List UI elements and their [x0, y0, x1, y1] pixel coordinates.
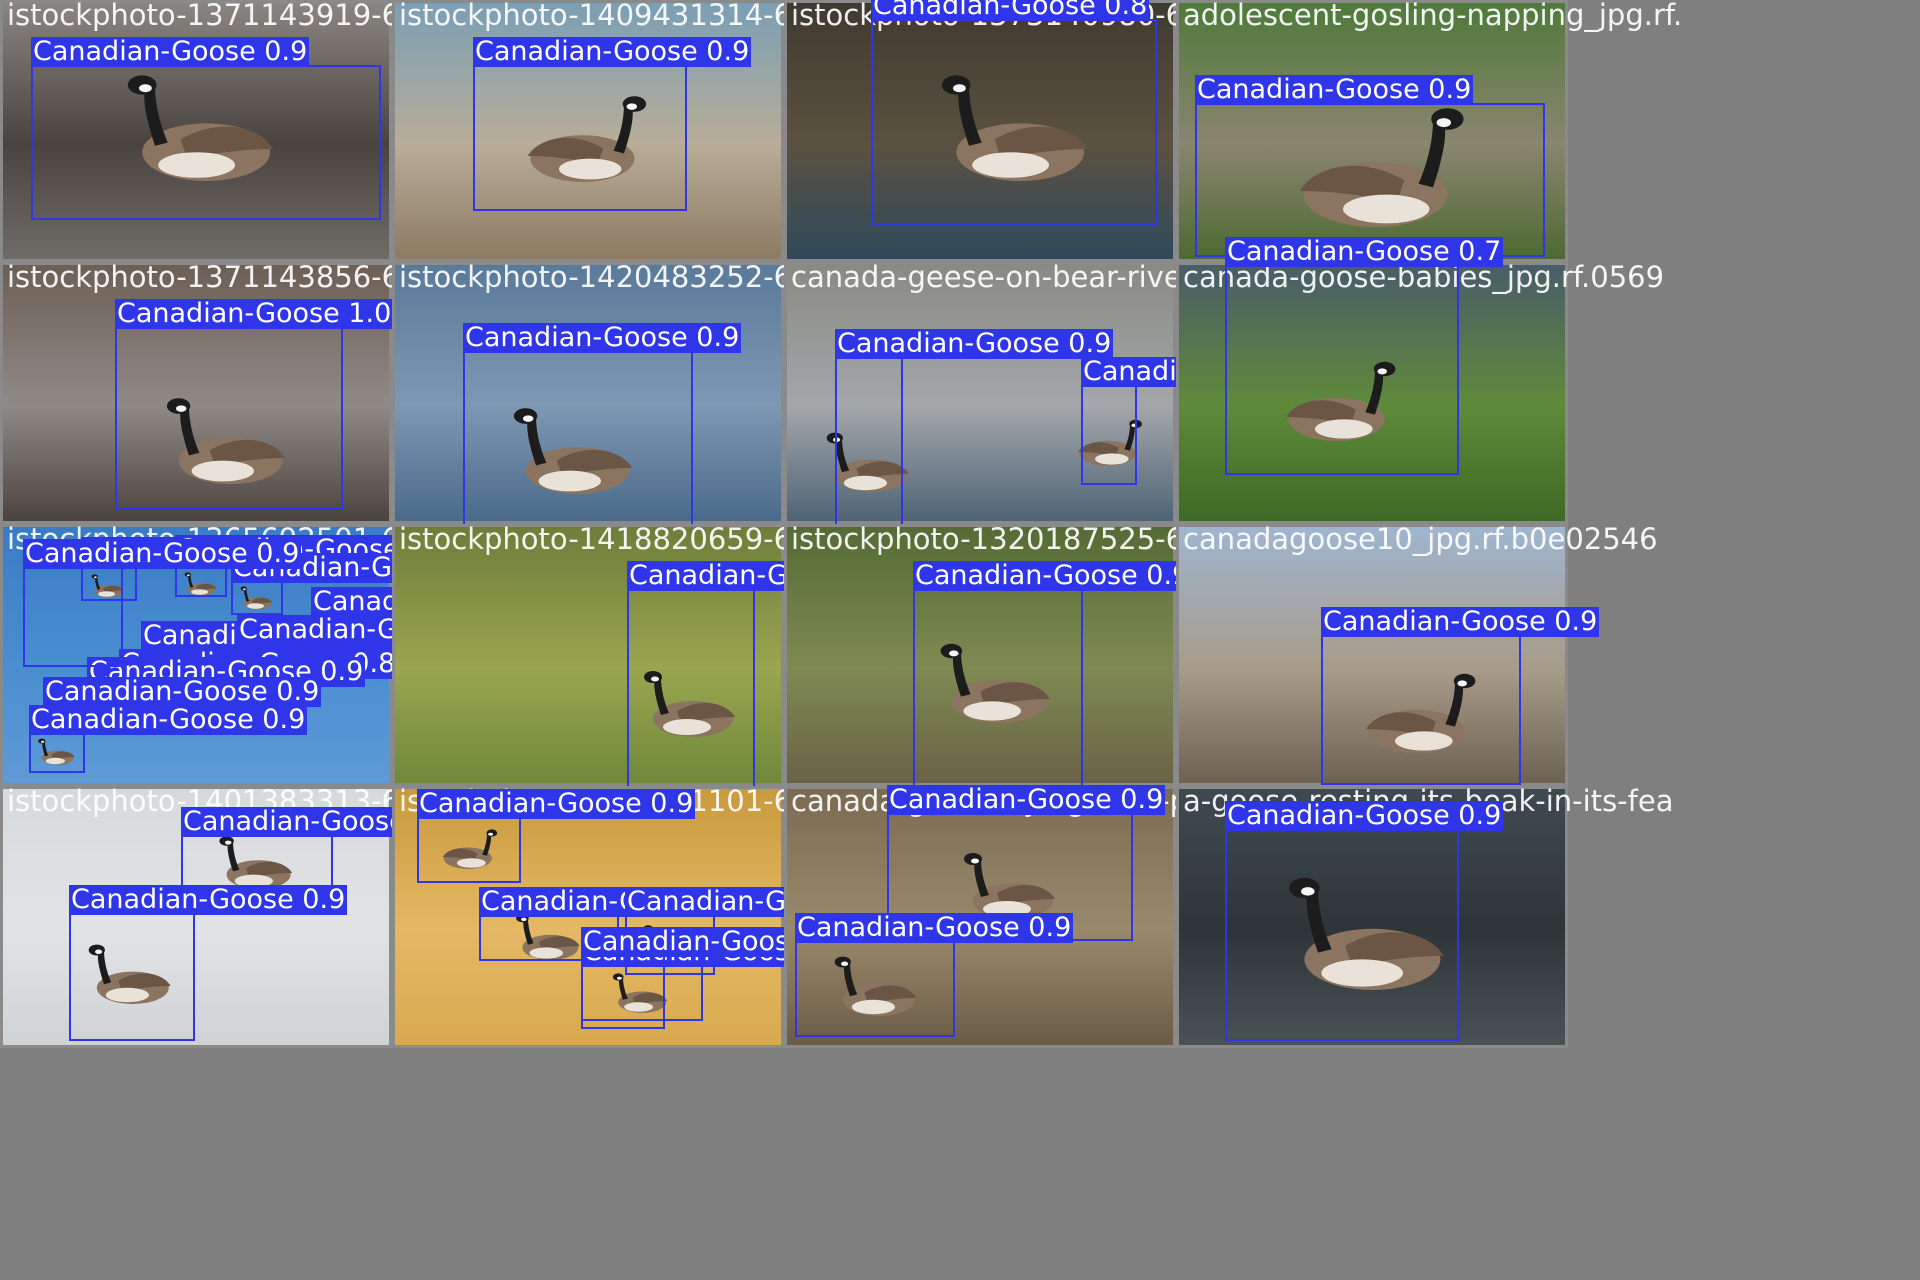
goose-figure	[941, 75, 1088, 181]
image-tile: istockphoto-1371143919-612x612_jpg.rf. Ca…	[0, 0, 607, 262]
goose-figure	[88, 944, 171, 1004]
image-tile: adolescent-gosling-napping_jpg.rf. Canadi…	[1176, 0, 1682, 262]
goose-photo	[1179, 265, 1565, 521]
image-tile: istockphoto-1365692501-612x612_jpg.rf. Ca…	[0, 523, 607, 786]
goose-figure	[964, 853, 1055, 919]
image-tile: istockphoto-1397931101-612x612_jpg.rf. Ca…	[392, 785, 999, 1048]
goose-figure	[166, 398, 286, 484]
goose-figure	[38, 738, 75, 765]
goose-photo	[1179, 527, 1565, 783]
goose-figure	[834, 956, 917, 1016]
goose-figure	[1366, 673, 1476, 753]
goose-figure	[1299, 108, 1464, 227]
goose-photo	[395, 527, 781, 783]
goose-figure	[940, 643, 1050, 723]
goose-figure	[219, 836, 293, 889]
goose-figure	[516, 913, 580, 960]
detection-grid: istockphoto-1371143919-612x612_jpg.rf. Ca…	[0, 0, 1920, 1280]
goose-photo	[787, 527, 1173, 783]
goose-photo	[3, 3, 389, 259]
goose-photo	[1179, 789, 1565, 1045]
goose-figure	[127, 75, 274, 181]
image-tile: a-goose-resting-its-beak-in-its-fea Canad…	[1176, 785, 1673, 1048]
goose-photo	[395, 789, 781, 1045]
goose-figure	[1289, 877, 1444, 990]
goose-figure	[1078, 419, 1142, 466]
image-tile: canada-goose-babies_jpg.rf.0569 Canadian-…	[1176, 237, 1664, 524]
image-tile: istockphoto-1320187525-612x612_jpg.rf. Ca…	[784, 523, 1391, 799]
goose-figure	[644, 671, 735, 737]
goose-figure	[184, 572, 217, 596]
image-tile: istockphoto-1371143856-612x612_jpg.rf. Ca…	[0, 261, 607, 524]
image-tile: canada-geese-flying-over-pond-in-ga Canad…	[784, 785, 1326, 1048]
goose-figure	[643, 925, 694, 962]
goose-photo	[395, 265, 781, 521]
image-tile: istockphoto-1409431314-612x612_jpg.rf. Ca…	[392, 0, 999, 262]
image-tile: istockphoto-1373140980-612x612_jpg.rf. Ca…	[784, 0, 1391, 262]
goose-figure	[513, 408, 633, 494]
goose-figure	[612, 973, 668, 1013]
goose-photo	[3, 789, 389, 1045]
goose-figure	[442, 829, 498, 869]
goose-figure	[1286, 361, 1396, 441]
image-tile: canada-geese-on-bear-river-mia-mcpherson…	[784, 261, 1429, 579]
goose-photo	[395, 3, 781, 259]
goose-photo	[787, 265, 1173, 521]
image-tile: istockphoto-1420483252-612x612_jpg.rf. Ca…	[392, 261, 999, 587]
goose-photo	[3, 527, 389, 783]
goose-photo	[787, 789, 1173, 1045]
goose-figure	[240, 586, 273, 610]
image-tile: istockphoto-1418820659-612x612_jpg.rf. Ca…	[392, 523, 999, 799]
goose-figure	[527, 96, 647, 182]
goose-photo	[1179, 3, 1565, 259]
goose-photo	[3, 265, 389, 521]
image-tile: canadagoose10_jpg.rf.b0e02546 Canadian-Go…	[1176, 523, 1658, 786]
goose-figure	[91, 574, 124, 598]
goose-figure	[826, 432, 909, 492]
image-tile: istockphoto-1401383313-612x612_jpg.rf. Ca…	[0, 785, 607, 1048]
goose-photo	[787, 3, 1173, 259]
